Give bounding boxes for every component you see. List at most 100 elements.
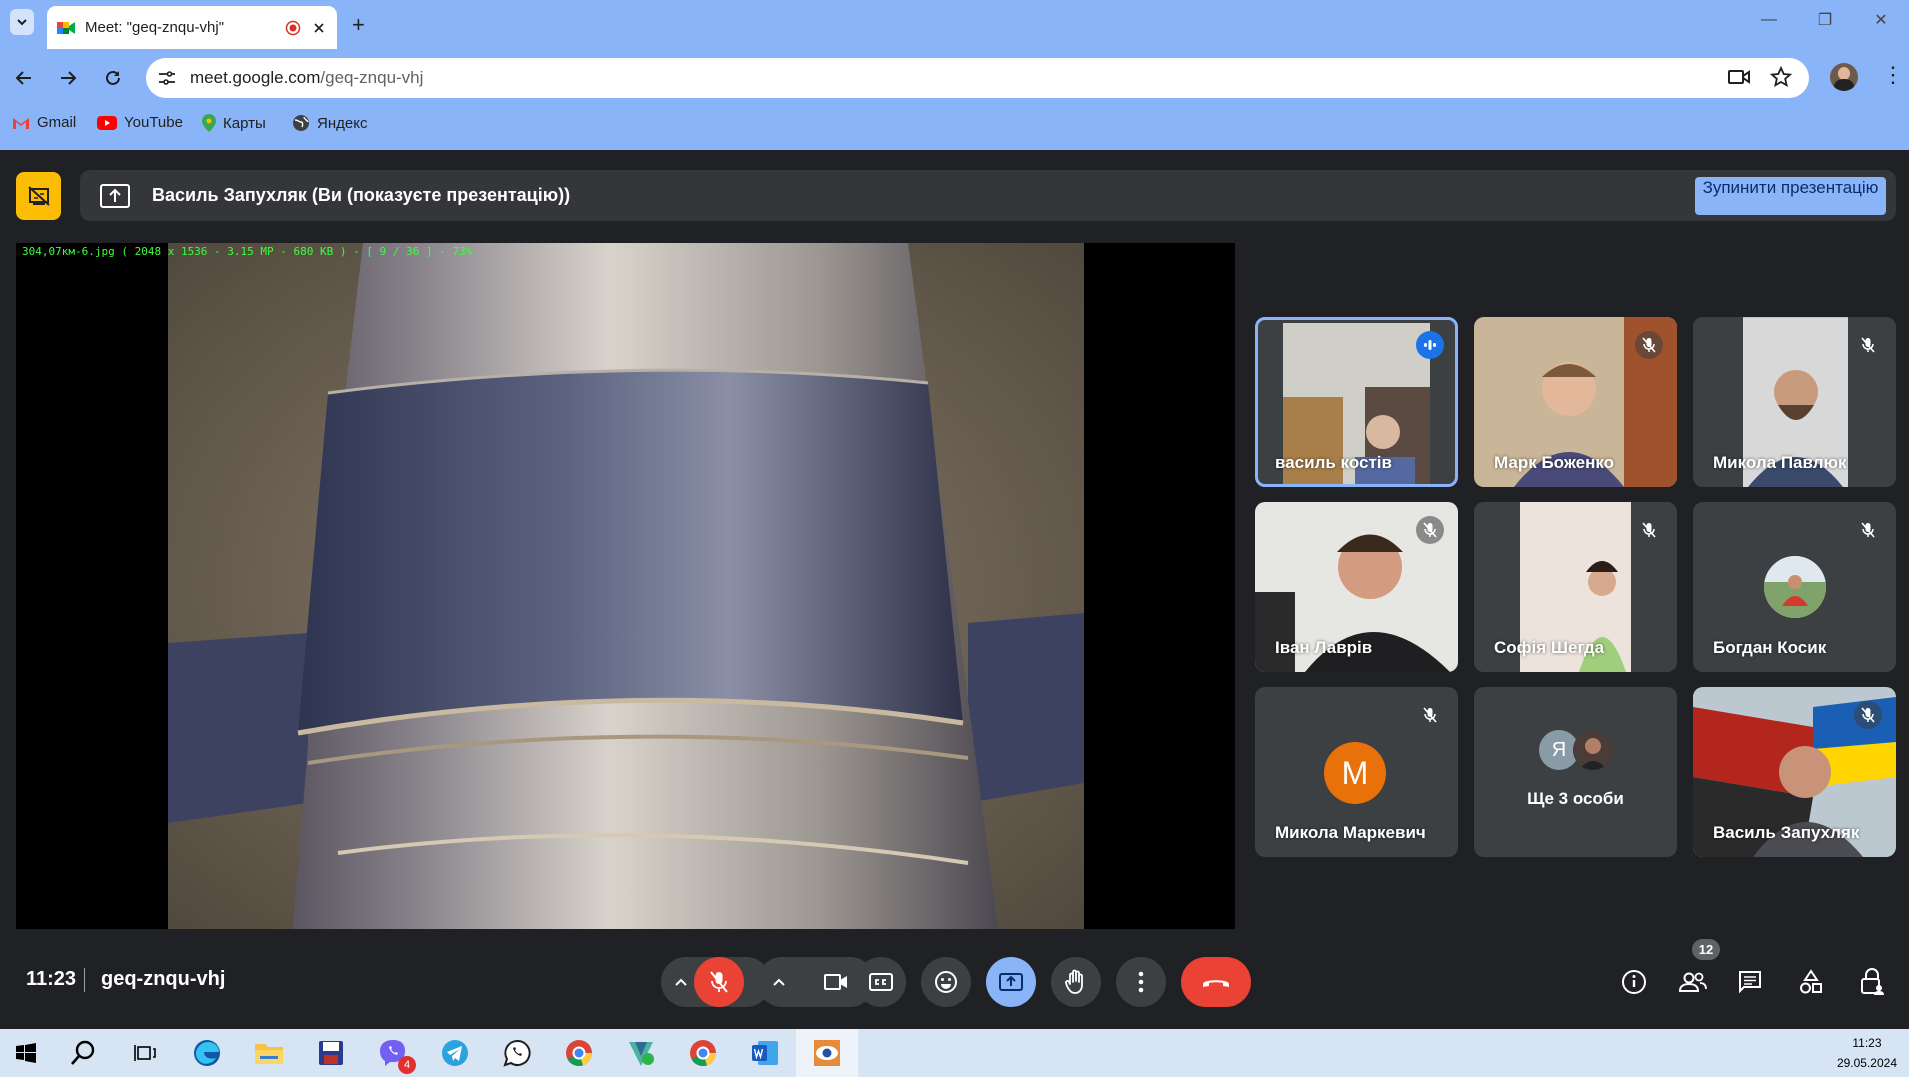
- reactions-button[interactable]: [921, 957, 971, 1007]
- participant-avatar-photo: [1573, 730, 1613, 770]
- stop-presenting-button[interactable]: Зупинити презентацію: [1695, 177, 1886, 215]
- folder-icon: [255, 1044, 283, 1064]
- windows-taskbar: 4 11:23 29.05.2024: [0, 1029, 1909, 1077]
- recording-icon: [285, 20, 301, 35]
- new-tab-button[interactable]: +: [352, 12, 365, 38]
- taskbar-viber[interactable]: 4: [362, 1029, 424, 1077]
- host-controls-button[interactable]: [1856, 966, 1888, 998]
- windows-icon: [16, 1043, 36, 1063]
- taskbar-edge[interactable]: [176, 1029, 238, 1077]
- presentation-banner: Василь Запухляк (Ви (показуєте презентац…: [80, 170, 1896, 221]
- participant-tile[interactable]: Богдан Косик: [1693, 502, 1896, 672]
- taskbar-save-app[interactable]: [300, 1029, 362, 1077]
- minimize-button[interactable]: —: [1741, 0, 1797, 40]
- speaking-indicator: [1416, 331, 1444, 359]
- hand-icon: [1065, 969, 1083, 994]
- raise-hand-button[interactable]: [1051, 957, 1101, 1007]
- restore-button[interactable]: ❐: [1797, 0, 1853, 40]
- taskbar-vpn-app[interactable]: [610, 1029, 672, 1077]
- task-view-button[interactable]: [114, 1029, 176, 1077]
- reload-button[interactable]: [97, 62, 129, 94]
- muted-indicator: [1416, 701, 1444, 729]
- address-bar[interactable]: meet.google.com/geq-znqu-vhj: [146, 58, 1809, 98]
- lock-person-icon: [1861, 968, 1884, 995]
- tab-search-button[interactable]: [10, 9, 34, 35]
- participant-tile[interactable]: Марк Боженко: [1474, 317, 1677, 487]
- bookmark-star-icon[interactable]: [1769, 65, 1793, 93]
- window-close-button[interactable]: ✕: [1853, 0, 1909, 40]
- participant-tile[interactable]: Микола Павлюк: [1693, 317, 1896, 487]
- leave-call-button[interactable]: [1181, 957, 1251, 1007]
- muted-indicator: [1635, 331, 1663, 359]
- taskbar-file-explorer[interactable]: [238, 1029, 300, 1077]
- site-settings-icon[interactable]: [158, 70, 176, 86]
- present-screen-button[interactable]: [986, 957, 1036, 1007]
- whatsapp-icon: [503, 1039, 531, 1067]
- muted-indicator: [1635, 516, 1663, 544]
- participant-count-badge: 12: [1692, 939, 1720, 960]
- vpn-icon: [629, 1042, 654, 1066]
- browser-menu-icon[interactable]: ⋮: [1882, 64, 1904, 86]
- more-participants-tile[interactable]: Я Ще 3 особи: [1474, 687, 1677, 857]
- participant-tile[interactable]: M Микола Маркевич: [1255, 687, 1458, 857]
- pipe-photo-image: [168, 243, 1084, 929]
- activities-button[interactable]: [1795, 966, 1827, 998]
- mic-toggle-button[interactable]: [694, 957, 744, 1007]
- participant-tile[interactable]: Василь Запухляк: [1693, 687, 1896, 857]
- chevron-up-icon[interactable]: [673, 976, 689, 988]
- mic-off-icon: [710, 971, 728, 993]
- back-button[interactable]: [8, 62, 40, 94]
- presentation-layout-button[interactable]: [16, 172, 61, 220]
- meeting-details-button[interactable]: [1618, 966, 1650, 998]
- chevron-down-icon: [17, 19, 27, 26]
- bookmark-yandex[interactable]: Яндекс: [292, 114, 367, 132]
- muted-indicator: [1854, 331, 1882, 359]
- close-icon[interactable]: [311, 20, 327, 36]
- browser-tab-meet[interactable]: Meet: "geq-znqu-vhj": [47, 6, 337, 49]
- taskbar-telegram[interactable]: [424, 1029, 486, 1077]
- eye-viewer-icon: [814, 1040, 840, 1066]
- edge-icon: [194, 1040, 220, 1066]
- meeting-code: geq-znqu-vhj: [101, 968, 226, 990]
- forward-button[interactable]: [52, 62, 84, 94]
- system-clock[interactable]: 11:23 29.05.2024: [1837, 1033, 1897, 1073]
- taskbar-chrome[interactable]: [548, 1029, 610, 1077]
- present-off-icon: [27, 186, 50, 206]
- participant-tile[interactable]: Іван Лаврів: [1255, 502, 1458, 672]
- participant-name: Богдан Косик: [1713, 638, 1827, 657]
- taskbar-word[interactable]: [734, 1029, 796, 1077]
- people-button[interactable]: [1677, 966, 1709, 998]
- bookmark-maps[interactable]: Карты: [202, 114, 266, 132]
- profile-avatar[interactable]: [1830, 63, 1858, 91]
- taskbar-chrome-profile[interactable]: [672, 1029, 734, 1077]
- captions-button[interactable]: [856, 957, 906, 1007]
- image-info-text: 304,07км-6.jpg ( 2048 x 1536 - 3.15 MP -…: [22, 245, 473, 258]
- present-to-all-icon: [999, 973, 1023, 991]
- participant-name: Іван Лаврів: [1275, 638, 1373, 657]
- closed-captions-icon: [869, 973, 893, 991]
- mic-off-icon: [1861, 337, 1875, 353]
- arrow-left-icon: [15, 71, 31, 85]
- telegram-icon: [442, 1040, 468, 1066]
- chat-button[interactable]: [1734, 966, 1766, 998]
- mic-off-icon: [1642, 337, 1656, 353]
- more-options-button[interactable]: [1116, 957, 1166, 1007]
- meeting-time: 11:23: [26, 968, 77, 990]
- start-button[interactable]: [0, 1029, 52, 1077]
- participant-tile[interactable]: василь костів: [1255, 317, 1458, 487]
- bookmark-gmail[interactable]: Gmail: [12, 114, 76, 131]
- chevron-up-icon[interactable]: [771, 976, 787, 988]
- participant-name: Микола Павлюк: [1713, 453, 1847, 472]
- participant-tile[interactable]: Софія Шегда: [1474, 502, 1677, 672]
- participant-name: Микола Маркевич: [1275, 823, 1426, 842]
- clock-time: 11:23: [1852, 1036, 1882, 1050]
- taskbar-image-viewer[interactable]: [796, 1029, 858, 1077]
- camera-toggle-button[interactable]: [811, 957, 861, 1007]
- search-button[interactable]: [52, 1029, 114, 1077]
- divider: [84, 968, 85, 992]
- reload-icon: [106, 70, 120, 85]
- taskbar-whatsapp[interactable]: [486, 1029, 548, 1077]
- camera-indicator-icon[interactable]: [1727, 67, 1751, 92]
- chrome-icon: [566, 1040, 593, 1067]
- bookmark-youtube[interactable]: YouTube: [97, 114, 183, 131]
